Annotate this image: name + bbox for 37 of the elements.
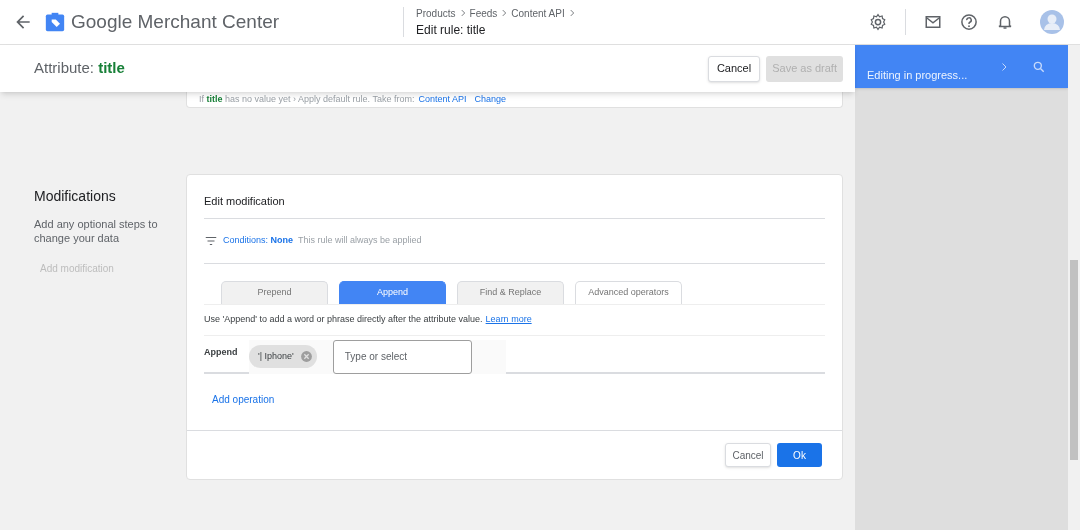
conditions-note: This rule will always be applied [298, 233, 422, 247]
attribute-heading: Attribute: title [34, 58, 125, 79]
breadcrumb-link[interactable]: Products [416, 5, 456, 21]
operator-tab[interactable]: Append [339, 280, 446, 304]
notification-bell-icon[interactable] [996, 13, 1014, 31]
learn-more-link[interactable]: Learn more [485, 312, 532, 327]
conditions-text: Conditions: None [223, 233, 294, 247]
chip-label: '| Iphone' [258, 349, 294, 363]
operation-label: Append [204, 345, 239, 359]
content-api-link[interactable]: Content API [418, 92, 467, 107]
breadcrumb-link[interactable]: Content API [511, 5, 565, 21]
search-icon[interactable] [1032, 59, 1046, 74]
operator-tab[interactable]: Prepend [221, 280, 328, 304]
scrollbar-thumb[interactable] [1070, 260, 1078, 460]
app-title: Google Merchant Center [71, 9, 280, 34]
status-text: Editing in progress... [867, 68, 968, 84]
change-link[interactable]: Change [474, 92, 507, 107]
editing-panel[interactable]: Editing in progress... [855, 45, 1068, 88]
section-title: Modifications [34, 187, 117, 206]
cancel-button[interactable]: Cancel [725, 443, 771, 467]
help-text: Use 'Append' to add a word or phrase directly after the attribute value. Learn more [204, 304, 825, 336]
cancel-button[interactable]: Cancel [707, 55, 761, 82]
card-title: Edit modification [204, 175, 825, 219]
operator-tab[interactable]: Advanced operators [575, 280, 682, 304]
section-description: Add any optional steps to change your data [34, 217, 159, 245]
operator-tab[interactable]: Find & Replace [457, 280, 564, 304]
page-title: Edit rule: title [416, 21, 487, 39]
add-operation-button[interactable]: Add operation [212, 391, 275, 407]
help-icon[interactable] [960, 13, 978, 31]
settings-icon[interactable] [869, 13, 887, 31]
ok-button[interactable]: Ok [777, 443, 822, 467]
value-input-field[interactable]: Type or select [332, 339, 472, 374]
breadcrumb-link[interactable]: Feeds [469, 5, 498, 21]
default-rule-text: If title has no value yet › Apply default rule. Take from: [199, 92, 415, 106]
value-chip[interactable]: '| Iphone' [249, 345, 317, 368]
shopping-tag-icon [45, 12, 65, 32]
mail-icon[interactable] [924, 13, 942, 31]
